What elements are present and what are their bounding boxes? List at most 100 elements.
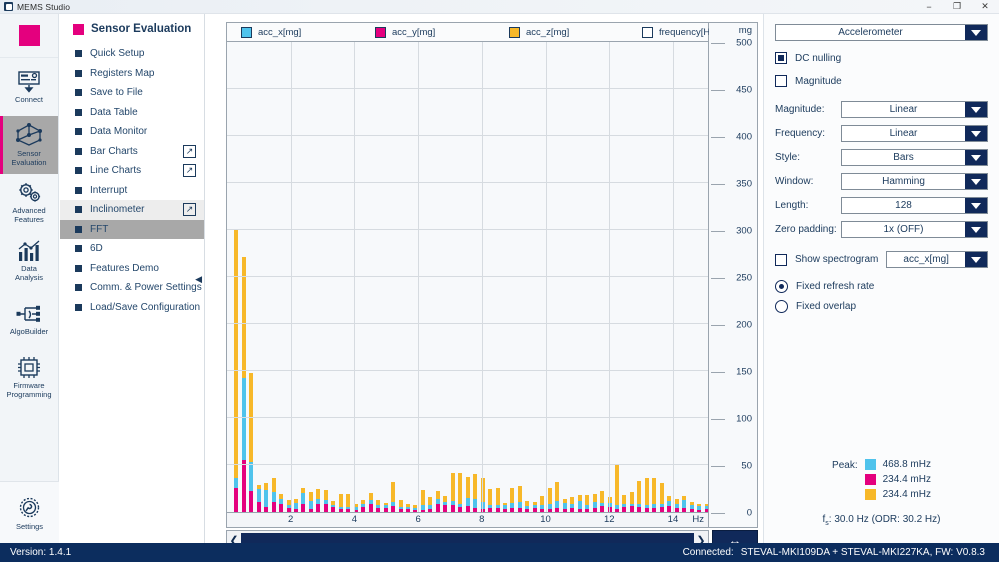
chevron-down-icon[interactable] (965, 252, 987, 267)
sidebar-item-label: Data Table (90, 106, 138, 118)
x-tick-label: 4 (351, 514, 358, 525)
bullet-icon (75, 284, 82, 292)
bar (264, 482, 269, 512)
bar (570, 496, 575, 512)
x-tick-label: 8 (479, 514, 485, 525)
rail-item-advanced-features[interactable]: Advanced Features (0, 174, 58, 232)
bar-segment (323, 490, 328, 500)
sidebar-item-load-save-configuration[interactable]: Load/Save Configuration (60, 298, 204, 318)
dc-nulling-checkbox[interactable] (775, 52, 787, 64)
fixed-overlap-radio[interactable] (775, 300, 788, 313)
sidebar-item-data-monitor[interactable]: Data Monitor (60, 122, 204, 142)
maximize-button[interactable]: ❐ (943, 0, 971, 14)
rail-item-algobuilder[interactable]: AlgoBuilder (0, 290, 58, 348)
rail-item-data-analysis[interactable]: Data Analysis (0, 232, 58, 290)
bar-segment (525, 509, 530, 512)
bullet-icon (75, 303, 82, 311)
popout-icon[interactable]: ↗ (183, 144, 196, 158)
popout-icon[interactable]: ↗ (183, 164, 196, 177)
sidebar-item-interrupt[interactable]: Interrupt (60, 181, 204, 201)
dc-nulling-row[interactable]: DC nulling (775, 52, 988, 64)
zero-padding-select[interactable]: 1x (OFF) (841, 221, 988, 238)
spectrogram-channel-select[interactable]: acc_x[mg] (886, 251, 988, 268)
sidebar-item-comm-power-settings[interactable]: Comm. & Power Settings (60, 278, 204, 298)
y-tick-label: 100 (736, 413, 752, 425)
spectrogram-channel-value: acc_x[mg] (903, 254, 949, 265)
peak-row: 468.8 mHz (864, 459, 931, 470)
sidebar-item-quick-setup[interactable]: Quick Setup (60, 44, 204, 64)
rail-item-sensor-evaluation[interactable]: Sensor Evaluation (0, 116, 58, 174)
sidebar-item-features-demo[interactable]: Features Demo (60, 259, 204, 279)
y-tick-mark (711, 90, 725, 91)
rail-item-firmware-programming[interactable]: Firmware Programming (0, 348, 58, 406)
sidebar-item-data-table[interactable]: Data Table (60, 103, 204, 123)
frequency-select[interactable]: Linear (841, 125, 988, 142)
bar-segment (458, 473, 463, 504)
chart-legend: acc_x[mg] acc_y[mg] acc_z[mg] frequency[Hz] (226, 22, 718, 41)
chevron-down-icon[interactable] (965, 198, 987, 213)
version-label: Version: 1.4.1 (10, 547, 72, 558)
sidebar-item-label: Inclinometer (90, 204, 145, 216)
sidebar-item-inclinometer[interactable]: Inclinometer ↗ (60, 200, 204, 220)
bar-segment (473, 508, 478, 512)
chevron-down-icon[interactable] (965, 25, 987, 40)
magnitude-check-row[interactable]: Magnitude (775, 75, 988, 87)
bar-segment (465, 497, 470, 507)
sensor-select[interactable]: Accelerometer (775, 24, 988, 41)
rail-settings-label: Settings (15, 521, 44, 531)
sidebar-item-bar-charts[interactable]: Bar Charts ↗ (60, 142, 204, 162)
magnitude-select[interactable]: Linear (841, 101, 988, 118)
legend-item[interactable]: acc_z[mg] (509, 26, 569, 38)
style-select[interactable]: Bars (841, 149, 988, 166)
bar-segment (600, 506, 605, 512)
chart-plot[interactable] (226, 41, 709, 513)
bar-segment (391, 481, 396, 502)
sidebar-item-save-to-file[interactable]: Save to File (60, 83, 204, 103)
length-select[interactable]: 128 (841, 197, 988, 214)
bar (428, 496, 433, 512)
bar-segment (435, 491, 440, 499)
legend-item[interactable]: acc_y[mg] (375, 26, 435, 38)
chevron-down-icon[interactable] (965, 222, 987, 237)
bar-segment (376, 508, 381, 512)
sidebar-item-6d[interactable]: 6D (60, 239, 204, 259)
x-tick-label: 6 (415, 514, 421, 525)
close-button[interactable]: ✕ (971, 0, 999, 14)
peak-value: 468.8 mHz (882, 459, 931, 470)
magnitude-checkbox[interactable] (775, 75, 787, 87)
sidebar-item-registers-map[interactable]: Registers Map (60, 64, 204, 84)
sidebar-item-line-charts[interactable]: Line Charts ↗ (60, 161, 204, 181)
connected-value: STEVAL-MKI109DA + STEVAL-MKI227KA, FW: V… (740, 547, 985, 558)
bar (510, 487, 515, 512)
rail-item-settings[interactable]: Settings (0, 481, 59, 543)
bar-segment (488, 488, 493, 505)
chevron-down-icon[interactable] (965, 102, 987, 117)
style-select-value: Bars (893, 152, 914, 163)
chevron-down-icon[interactable] (965, 150, 987, 165)
gridline (227, 276, 708, 277)
legend-item[interactable]: frequency[Hz] (642, 26, 718, 38)
bar-segment (428, 496, 433, 505)
bar (532, 501, 537, 512)
legend-item[interactable]: acc_x[mg] (241, 26, 301, 38)
popout-icon[interactable]: ↗ (183, 203, 196, 216)
fixed-refresh-rate-row[interactable]: Fixed refresh rate (775, 280, 988, 293)
menu-header: Sensor Evaluation (60, 14, 204, 44)
bar-segment (592, 501, 597, 509)
fixed-refresh-rate-radio[interactable] (775, 280, 788, 293)
bullet-icon (75, 128, 82, 136)
peak-row: 234.4 mHz (864, 489, 931, 500)
bar (637, 481, 642, 512)
fixed-overlap-row[interactable]: Fixed overlap (775, 300, 988, 313)
collapse-panel-icon[interactable]: ◀ (195, 274, 202, 285)
show-spectrogram-checkbox[interactable] (775, 253, 787, 266)
window-select[interactable]: Hamming (841, 173, 988, 190)
minimize-button[interactable]: − (915, 0, 943, 14)
bar (249, 372, 254, 512)
sidebar-item-fft[interactable]: FFT (60, 219, 204, 239)
rail-item-label: Sensor Evaluation (11, 149, 47, 167)
bar (398, 499, 403, 512)
chevron-down-icon[interactable] (965, 126, 987, 141)
rail-item-connect[interactable]: Connect (0, 58, 58, 116)
chevron-down-icon[interactable] (965, 174, 987, 189)
